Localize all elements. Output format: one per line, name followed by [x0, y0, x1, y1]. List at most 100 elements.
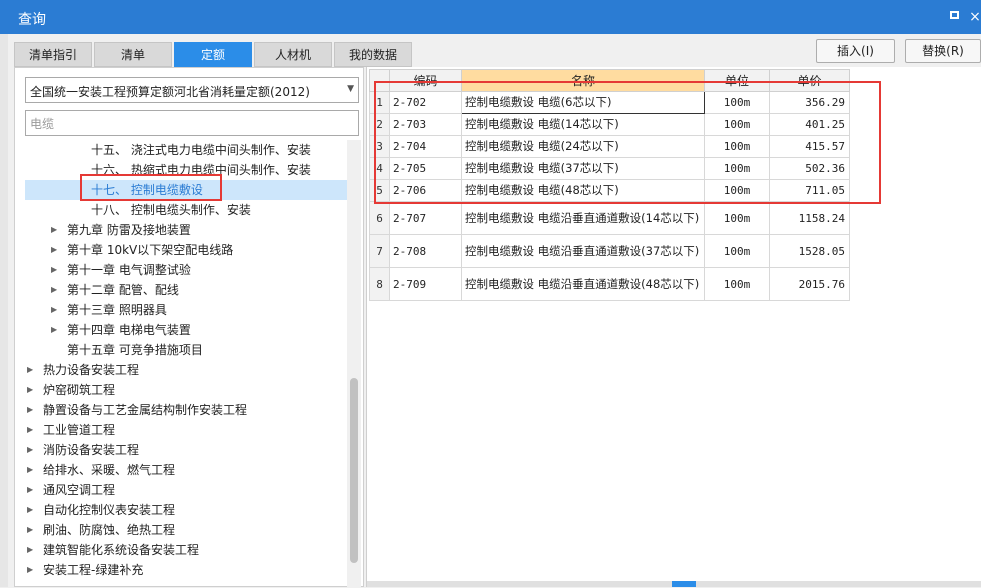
- chevron-right-icon[interactable]: ▶: [51, 240, 57, 260]
- name-cell[interactable]: 控制电缆敷设 电缆(48芯以下): [461, 179, 705, 202]
- tree-item[interactable]: ▶ 安装工程-绿建补充: [25, 560, 347, 580]
- tree-scrollbar-thumb[interactable]: [350, 378, 358, 563]
- unit-cell[interactable]: 100m: [704, 113, 770, 136]
- tree-item[interactable]: ▶ 第十一章 电气调整试验: [25, 260, 347, 280]
- name-cell[interactable]: 控制电缆敷设 电缆(37芯以下): [461, 157, 705, 180]
- table-row[interactable]: 3 2-704 控制电缆敷设 电缆(24芯以下) 100m 415.57: [369, 135, 850, 158]
- name-cell[interactable]: 控制电缆敷设 电缆(6芯以下): [461, 91, 705, 114]
- chevron-right-icon[interactable]: ▶: [27, 540, 33, 560]
- name-cell[interactable]: 控制电缆敷设 电缆沿垂直通道敷设(37芯以下): [461, 234, 705, 268]
- scroll-indicator[interactable]: [672, 581, 696, 587]
- header-code[interactable]: 编码: [389, 69, 462, 92]
- table-row[interactable]: 5 2-706 控制电缆敷设 电缆(48芯以下) 100m 711.05: [369, 179, 850, 202]
- code-cell[interactable]: 2-702: [389, 91, 462, 114]
- tree-item[interactable]: ▶ 工业管道工程: [25, 420, 347, 440]
- name-cell[interactable]: 控制电缆敷设 电缆沿垂直通道敷设(14芯以下): [461, 201, 705, 235]
- tree-item[interactable]: 十七、 控制电缆敷设: [25, 180, 347, 200]
- table-row[interactable]: 2 2-703 控制电缆敷设 电缆(14芯以下) 100m 401.25: [369, 113, 850, 136]
- unit-cell[interactable]: 100m: [704, 179, 770, 202]
- tab-quota[interactable]: 定额: [174, 42, 252, 67]
- chevron-right-icon[interactable]: ▶: [27, 380, 33, 400]
- price-cell[interactable]: 1158.24: [769, 201, 850, 235]
- tab-labor-material-machine[interactable]: 人材机: [254, 42, 332, 67]
- price-cell[interactable]: 356.29: [769, 91, 850, 114]
- chevron-down-icon[interactable]: ▼: [347, 84, 354, 94]
- unit-cell[interactable]: 100m: [704, 157, 770, 180]
- table-row[interactable]: 1 2-702 控制电缆敷设 电缆(6芯以下) 100m 356.29: [369, 91, 850, 114]
- chevron-right-icon[interactable]: ▶: [27, 500, 33, 520]
- row-index-cell[interactable]: 1: [369, 91, 390, 114]
- unit-cell[interactable]: 100m: [704, 267, 770, 301]
- chevron-right-icon[interactable]: ▶: [27, 420, 33, 440]
- tree-item[interactable]: ▶ 静置设备与工艺金属结构制作安装工程: [25, 400, 347, 420]
- tree-item[interactable]: ▶ 第十三章 照明器具: [25, 300, 347, 320]
- row-index-cell[interactable]: 5: [369, 179, 390, 202]
- search-input[interactable]: [25, 110, 359, 136]
- unit-cell[interactable]: 100m: [704, 91, 770, 114]
- code-cell[interactable]: 2-704: [389, 135, 462, 158]
- tab-list-guide[interactable]: 清单指引: [14, 42, 92, 67]
- code-cell[interactable]: 2-705: [389, 157, 462, 180]
- price-cell[interactable]: 415.57: [769, 135, 850, 158]
- unit-cell[interactable]: 100m: [704, 234, 770, 268]
- tree-item[interactable]: 第十五章 可竞争措施项目: [25, 340, 347, 360]
- tab-list[interactable]: 清单: [94, 42, 172, 67]
- tree-item[interactable]: ▶ 通风空调工程: [25, 480, 347, 500]
- header-name[interactable]: 名称: [461, 69, 705, 92]
- tree-item[interactable]: 十八、 控制电缆头制作、安装: [25, 200, 347, 220]
- row-index-cell[interactable]: 7: [369, 234, 390, 268]
- name-cell[interactable]: 控制电缆敷设 电缆(24芯以下): [461, 135, 705, 158]
- tree-item[interactable]: ▶ 第十二章 配管、配线: [25, 280, 347, 300]
- tree-item[interactable]: ▶ 第九章 防雷及接地装置: [25, 220, 347, 240]
- tree-item[interactable]: ▶ 建筑智能化系统设备安装工程: [25, 540, 347, 560]
- tree-item[interactable]: ▶ 自动化控制仪表安装工程: [25, 500, 347, 520]
- close-icon[interactable]: ×: [966, 8, 981, 26]
- tree-item[interactable]: 十六、 热缩式电力电缆中间头制作、安装: [25, 160, 347, 180]
- tree-item[interactable]: ▶ 第十章 10kV以下架空配电线路: [25, 240, 347, 260]
- code-cell[interactable]: 2-706: [389, 179, 462, 202]
- tab-my-data[interactable]: 我的数据: [334, 42, 412, 67]
- chevron-right-icon[interactable]: ▶: [27, 360, 33, 380]
- price-cell[interactable]: 2015.76: [769, 267, 850, 301]
- code-cell[interactable]: 2-707: [389, 201, 462, 235]
- tree-item[interactable]: 十五、 浇注式电力电缆中间头制作、安装: [25, 140, 347, 160]
- tree-item[interactable]: ▶ 热力设备安装工程: [25, 360, 347, 380]
- chevron-right-icon[interactable]: ▶: [51, 320, 57, 340]
- name-cell[interactable]: 控制电缆敷设 电缆(14芯以下): [461, 113, 705, 136]
- price-cell[interactable]: 711.05: [769, 179, 850, 202]
- unit-cell[interactable]: 100m: [704, 201, 770, 235]
- tree-item[interactable]: ▶ 刷油、防腐蚀、绝热工程: [25, 520, 347, 540]
- maximize-icon[interactable]: [950, 11, 959, 19]
- chevron-right-icon[interactable]: ▶: [27, 520, 33, 540]
- chevron-right-icon[interactable]: ▶: [51, 280, 57, 300]
- chevron-right-icon[interactable]: ▶: [51, 260, 57, 280]
- price-cell[interactable]: 401.25: [769, 113, 850, 136]
- tree-item[interactable]: ▶ 第十四章 电梯电气装置: [25, 320, 347, 340]
- chevron-right-icon[interactable]: ▶: [27, 460, 33, 480]
- chevron-right-icon[interactable]: ▶: [27, 560, 33, 580]
- unit-cell[interactable]: 100m: [704, 135, 770, 158]
- table-row[interactable]: 4 2-705 控制电缆敷设 电缆(37芯以下) 100m 502.36: [369, 157, 850, 180]
- table-row[interactable]: 6 2-707 控制电缆敷设 电缆沿垂直通道敷设(14芯以下) 100m 1158.24: [369, 201, 850, 235]
- table-row[interactable]: 8 2-709 控制电缆敷设 电缆沿垂直通道敷设(48芯以下) 100m 2015.76: [369, 267, 850, 301]
- price-cell[interactable]: 1528.05: [769, 234, 850, 268]
- insert-button[interactable]: 插入(I): [816, 39, 895, 63]
- header-unit[interactable]: 单位: [704, 69, 770, 92]
- replace-button[interactable]: 替换(R): [905, 39, 981, 63]
- chevron-right-icon[interactable]: ▶: [51, 220, 57, 240]
- row-index-cell[interactable]: 3: [369, 135, 390, 158]
- row-index-cell[interactable]: 6: [369, 201, 390, 235]
- header-price[interactable]: 单价: [769, 69, 850, 92]
- quota-select[interactable]: 全国统一安装工程预算定额河北省消耗量定额(2012) ▼: [25, 77, 359, 103]
- price-cell[interactable]: 502.36: [769, 157, 850, 180]
- row-index-cell[interactable]: 2: [369, 113, 390, 136]
- chevron-right-icon[interactable]: ▶: [27, 480, 33, 500]
- row-index-cell[interactable]: 4: [369, 157, 390, 180]
- chevron-right-icon[interactable]: ▶: [27, 400, 33, 420]
- tree-item[interactable]: ▶ 给排水、采暖、燃气工程: [25, 460, 347, 480]
- code-cell[interactable]: 2-703: [389, 113, 462, 136]
- table-row[interactable]: 7 2-708 控制电缆敷设 电缆沿垂直通道敷设(37芯以下) 100m 1528.05: [369, 234, 850, 268]
- grid-scrollbar[interactable]: [367, 581, 981, 587]
- row-index-cell[interactable]: 8: [369, 267, 390, 301]
- code-cell[interactable]: 2-708: [389, 234, 462, 268]
